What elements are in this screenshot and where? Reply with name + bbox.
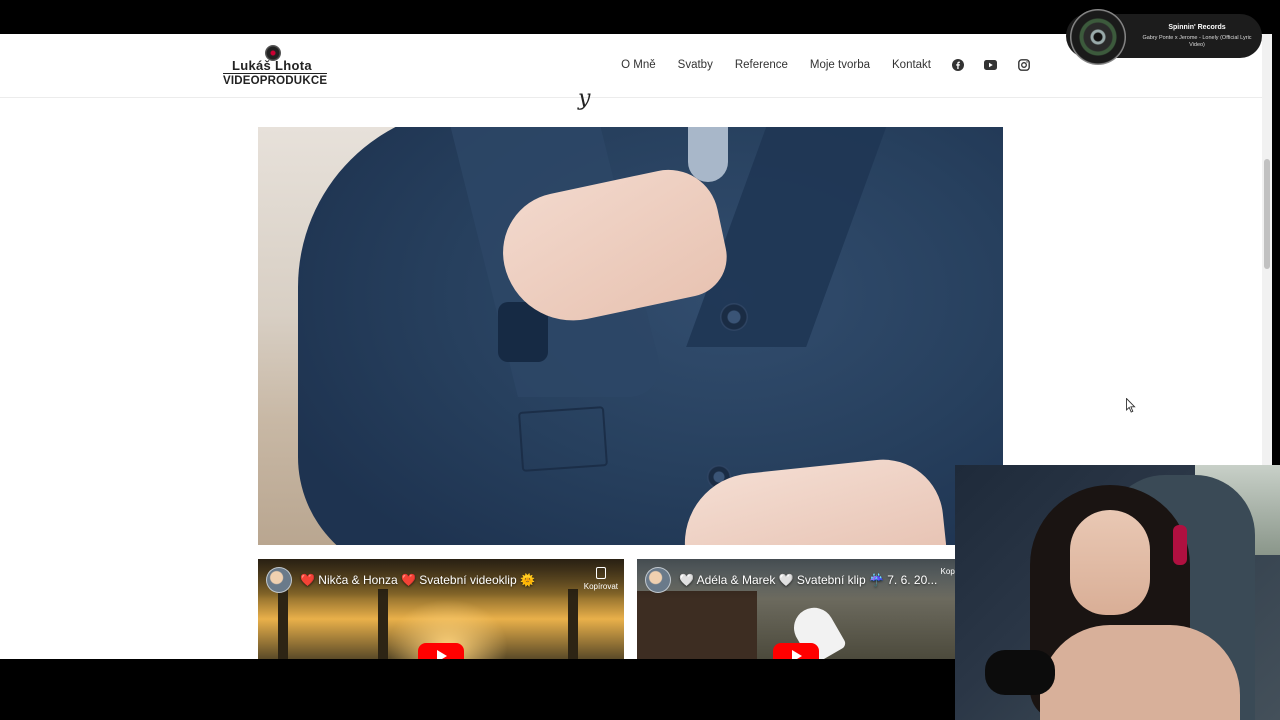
video-title[interactable]: 🤍 Adéla & Marek 🤍 Svatební klip ☔ 7. 6. … <box>679 573 937 587</box>
channel-avatar[interactable] <box>266 567 292 593</box>
microphone-icon <box>985 650 1055 695</box>
webcam-person-face <box>1070 510 1150 615</box>
site-logo[interactable]: Lukáš Lhota VIDEOPRODUKCE <box>222 44 328 88</box>
now-playing-artist: Spinnin' Records <box>1168 24 1226 31</box>
logo-subtitle: VIDEOPRODUKCE <box>223 73 328 87</box>
video-title[interactable]: ❤️ Nikča & Honza ❤️ Svatební videoklip 🌞 <box>300 573 535 587</box>
hero-image <box>258 127 1003 545</box>
now-playing-track: Gabry Ponte x Jerome - Lonely (Official … <box>1142 35 1252 48</box>
nav-o-mne[interactable]: O Mně <box>621 59 656 71</box>
webcam-overlay <box>955 465 1280 720</box>
hero-pocket <box>518 406 608 472</box>
youtube-icon[interactable] <box>984 58 997 71</box>
vinyl-disc-icon <box>1070 9 1126 65</box>
hero-jacket-button <box>720 303 748 331</box>
nav-kontakt[interactable]: Kontakt <box>892 59 931 71</box>
facebook-icon[interactable] <box>951 58 964 71</box>
hero-shirt <box>688 127 728 182</box>
video-thumbnail-tree <box>278 589 288 659</box>
video-embed-1[interactable]: ❤️ Nikča & Honza ❤️ Svatební videoklip 🌞… <box>258 559 624 659</box>
copy-link-button[interactable]: Kopí <box>941 567 955 576</box>
main-nav: O Mně Svatby Reference Moje tvorba Konta… <box>599 58 1030 71</box>
copy-link-label: Kopírovat <box>583 582 618 591</box>
nav-svatby[interactable]: Svatby <box>678 59 713 71</box>
nav-moje-tvorba[interactable]: Moje tvorba <box>810 59 870 71</box>
video-thumbnail-tree <box>378 589 388 659</box>
copy-link-button[interactable]: Kopírovat <box>584 567 618 591</box>
copy-icon <box>595 567 606 579</box>
copy-link-label: Kopí <box>940 567 955 576</box>
scrollbar-thumb[interactable] <box>1264 159 1270 269</box>
now-playing-widget: Spinnin' Records Gabry Ponte x Jerome - … <box>1066 9 1262 65</box>
screen-frame: Lukáš Lhota VIDEOPRODUKCE O Mně Svatby R… <box>0 0 1280 720</box>
headset-icon <box>1173 525 1187 565</box>
heading-script-fragment: y <box>578 86 591 111</box>
instagram-icon[interactable] <box>1017 58 1030 71</box>
webcam-person-shoulders <box>1040 625 1240 720</box>
channel-avatar[interactable] <box>645 567 671 593</box>
video-thumbnail-tree <box>568 589 578 659</box>
video-thumbnail-house <box>637 591 757 659</box>
logo-name: Lukáš Lhota <box>232 58 312 73</box>
play-button-icon[interactable] <box>773 643 819 659</box>
video-embed-2[interactable]: 🤍 Adéla & Marek 🤍 Svatební klip ☔ 7. 6. … <box>637 559 955 659</box>
nav-reference[interactable]: Reference <box>735 59 788 71</box>
play-button-icon[interactable] <box>418 643 464 659</box>
